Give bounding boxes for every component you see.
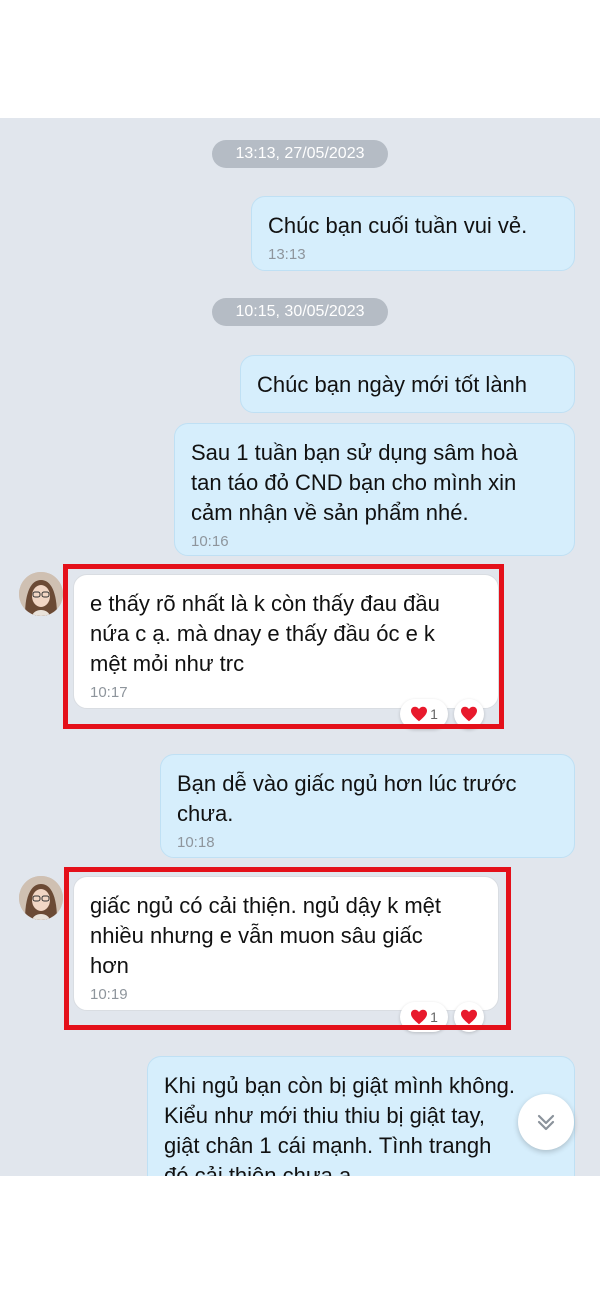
heart-icon: [411, 1009, 428, 1025]
received-message[interactable]: e thấy rõ nhất là k còn thấy đau đầu nứa…: [73, 574, 499, 709]
scroll-to-bottom-button[interactable]: [518, 1094, 574, 1150]
heart-icon: [461, 1009, 477, 1025]
message-text: giấc ngủ có cải thiện. ngủ dậy k mệt nhi…: [90, 893, 441, 978]
reaction-summary[interactable]: 1: [400, 1002, 448, 1032]
reaction-count: 1: [430, 1009, 438, 1025]
message-list[interactable]: 13:13, 27/05/2023 Chúc bạn cuối tuần vui…: [0, 118, 600, 1176]
reaction-summary[interactable]: 1: [400, 699, 448, 729]
chevron-down-double-icon: [537, 1114, 555, 1131]
message-time: 13:13: [268, 246, 306, 263]
reaction-bar: 1: [400, 1002, 484, 1032]
date-separator: 10:15, 30/05/2023: [212, 298, 388, 326]
received-message[interactable]: giấc ngủ có cải thiện. ngủ dậy k mệt nhi…: [73, 876, 499, 1011]
react-button[interactable]: [454, 1002, 484, 1032]
react-button[interactable]: [454, 699, 484, 729]
heart-icon: [461, 706, 477, 722]
avatar[interactable]: [19, 876, 63, 920]
sent-message[interactable]: Chúc bạn cuối tuần vui vẻ. 13:13: [251, 196, 575, 271]
avatar[interactable]: [19, 572, 63, 616]
heart-icon: [411, 706, 428, 722]
sent-message[interactable]: Chúc bạn ngày mới tốt lành: [240, 355, 575, 413]
message-text: Bạn dễ vào giấc ngủ hơn lúc trước chưa.: [177, 771, 517, 826]
message-text: e thấy rõ nhất là k còn thấy đau đầu nứa…: [90, 591, 440, 676]
message-time: 10:16: [191, 533, 229, 550]
sent-message[interactable]: Bạn dễ vào giấc ngủ hơn lúc trước chưa. …: [160, 754, 575, 858]
message-text: Khi ngủ bạn còn bị giật mình không. Kiểu…: [164, 1073, 516, 1176]
chat-screen: 13:13, 27/05/2023 Chúc bạn cuối tuần vui…: [0, 0, 600, 1300]
message-text: Sau 1 tuần bạn sử dụng sâm hoà tan táo đ…: [191, 440, 518, 525]
reaction-bar: 1: [400, 699, 484, 729]
message-time: 10:18: [177, 834, 215, 851]
message-text: Chúc bạn ngày mới tốt lành: [257, 372, 528, 397]
date-separator: 13:13, 27/05/2023: [212, 140, 388, 168]
sent-message[interactable]: Sau 1 tuần bạn sử dụng sâm hoà tan táo đ…: [174, 423, 575, 556]
message-text: Chúc bạn cuối tuần vui vẻ.: [268, 213, 528, 238]
sent-message[interactable]: Khi ngủ bạn còn bị giật mình không. Kiểu…: [147, 1056, 575, 1176]
reaction-count: 1: [430, 706, 438, 722]
